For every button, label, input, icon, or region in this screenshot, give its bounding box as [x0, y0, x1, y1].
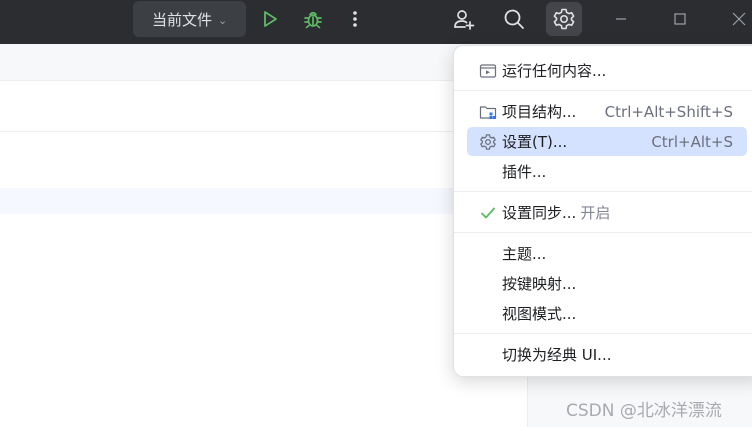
menu-item-label: 插件... [502, 163, 547, 181]
menu-item-icon-placeholder [478, 244, 498, 264]
search-everywhere-button[interactable] [496, 2, 532, 36]
add-user-icon [454, 10, 475, 30]
run-configuration-label: 当前文件 [152, 10, 213, 29]
project-structure-icon [478, 102, 498, 122]
close-window-button[interactable] [721, 2, 752, 36]
more-actions-button[interactable] [337, 2, 373, 36]
menu-item-icon-placeholder [478, 304, 498, 324]
main-toolbar: 当前文件 ⌄ [0, 0, 752, 44]
menu-item-icon-placeholder [478, 274, 498, 294]
menu-separator [454, 90, 752, 91]
menu-item-label: 设置同步... [502, 204, 577, 222]
menu-item-label: 设置(T)... [502, 133, 568, 151]
settings-button[interactable] [546, 2, 582, 36]
menu-item-label: 项目结构... [502, 103, 577, 121]
more-vertical-icon [353, 11, 357, 27]
menu-item-icon-placeholder [478, 162, 498, 182]
menu-separator [454, 232, 752, 233]
code-with-me-button[interactable] [446, 2, 482, 36]
menu-item-shortcut: Ctrl+Alt+Shift+S [604, 102, 733, 121]
search-icon [504, 9, 524, 29]
chevron-down-icon: ⌄ [218, 13, 228, 27]
menu-separator [454, 333, 752, 334]
maximize-button[interactable] [662, 2, 698, 36]
menu-separator [454, 191, 752, 192]
maximize-icon [674, 13, 686, 25]
menu-item-settings-sync[interactable]: 设置同步... 开启 [467, 198, 747, 227]
menu-item-theme[interactable]: 主题... [467, 239, 747, 268]
menu-item-view-mode[interactable]: 视图模式... [467, 299, 747, 328]
menu-item-label: 视图模式... [502, 305, 577, 323]
menu-item-icon-placeholder [478, 345, 498, 365]
menu-item-switch-classic-ui[interactable]: 切换为经典 UI... [467, 340, 747, 369]
debug-icon [304, 11, 322, 29]
menu-item-settings[interactable]: 设置(T)... Ctrl+Alt+S [467, 127, 747, 156]
menu-item-keymap[interactable]: 按键映射... [467, 269, 747, 298]
checkmark-icon [478, 203, 498, 223]
debug-button[interactable] [295, 2, 331, 36]
menu-item-project-structure[interactable]: 项目结构... Ctrl+Alt+Shift+S [467, 97, 747, 126]
minimize-button[interactable] [603, 2, 639, 36]
menu-item-label: 切换为经典 UI... [502, 346, 612, 364]
menu-item-status: 开启 [580, 204, 611, 222]
minimize-icon [616, 18, 626, 20]
menu-item-label: 运行任何内容... [502, 62, 607, 80]
gear-icon [478, 132, 498, 152]
watermark: CSDN @北冰洋漂流 [566, 401, 722, 421]
menu-item-shortcut: Ctrl+Alt+S [651, 132, 733, 151]
gear-icon [553, 8, 575, 30]
close-icon [732, 12, 746, 26]
menu-item-label: 按键映射... [502, 275, 577, 293]
menu-item-plugins[interactable]: 插件... [467, 157, 747, 186]
run-anything-icon [478, 61, 498, 81]
menu-item-label: 主题... [502, 245, 547, 263]
settings-popup-menu: 运行任何内容... 项目结构... Ctrl+Alt+Shift+S 设置(T)… [453, 45, 752, 377]
run-icon [264, 11, 277, 27]
run-button[interactable] [252, 2, 288, 36]
menu-item-run-anything[interactable]: 运行任何内容... [467, 56, 747, 85]
run-configuration-dropdown[interactable]: 当前文件 ⌄ [133, 1, 246, 37]
